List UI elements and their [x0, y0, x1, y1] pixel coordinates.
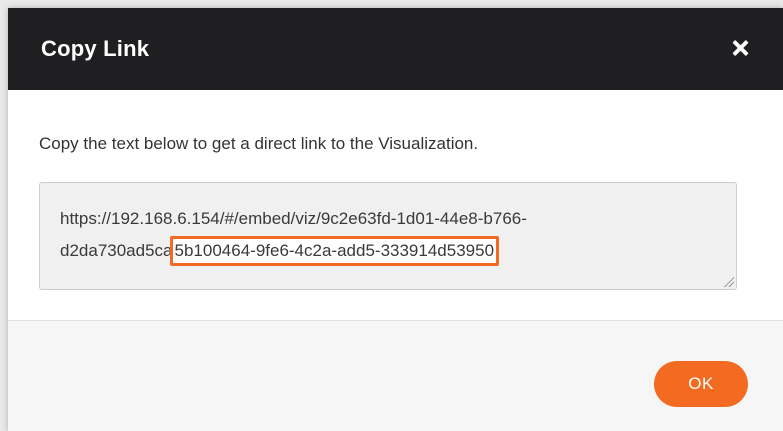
copy-link-dialog: Copy Link Copy the text below to get a d…: [8, 8, 783, 431]
dialog-body: Copy the text below to get a direct link…: [8, 90, 783, 321]
ok-button[interactable]: OK: [654, 361, 748, 407]
link-line-2-prefix[interactable]: d2da730ad5ca: [60, 241, 173, 260]
dialog-title: Copy Link: [41, 36, 150, 61]
dialog-description: Copy the text below to get a direct link…: [39, 134, 479, 153]
dialog-footer: OK: [8, 321, 783, 431]
highlighted-link-id[interactable]: 5b100464-9fe6-4c2a-add5-333914d53950: [169, 236, 500, 266]
link-line-1[interactable]: https://192.168.6.154/#/embed/viz/9c2e63…: [60, 203, 720, 235]
link-textarea[interactable]: https://192.168.6.154/#/embed/viz/9c2e63…: [39, 182, 737, 290]
close-icon[interactable]: [727, 34, 755, 62]
link-text[interactable]: https://192.168.6.154/#/embed/viz/9c2e63…: [60, 203, 720, 267]
link-line-2[interactable]: d2da730ad5ca 5b100464-9fe6-4c2a-add5-3339…: [60, 235, 720, 267]
dialog-header: Copy Link: [8, 8, 783, 90]
resize-grip-icon[interactable]: [724, 277, 734, 287]
